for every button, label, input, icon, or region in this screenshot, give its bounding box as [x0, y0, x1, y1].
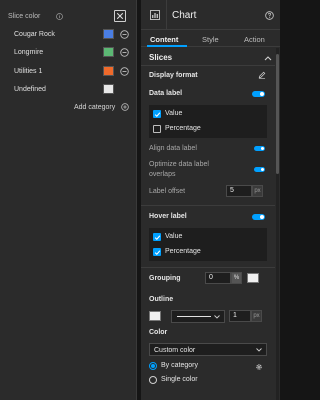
label-offset-unit: px [252, 185, 263, 197]
outline-label: Outline [149, 296, 174, 303]
color-label: Color [149, 329, 168, 336]
color-swatch[interactable] [103, 47, 114, 57]
close-button[interactable] [114, 10, 126, 22]
checkmark-icon [154, 235, 161, 241]
percentage-option-label: Percentage [165, 125, 201, 132]
chevron-up-icon[interactable] [264, 55, 272, 61]
single-color-label: Single color [161, 376, 198, 383]
hover-percentage-checkbox[interactable] [153, 248, 161, 256]
remove-icon[interactable] [120, 30, 129, 39]
display-format-label: Display format [149, 72, 198, 79]
hover-value-option-label: Value [165, 233, 183, 240]
tab-action[interactable]: Action [244, 35, 265, 44]
help-icon[interactable] [265, 11, 274, 20]
color-mode-value: Custom color [154, 347, 196, 354]
data-label-label: Data label [149, 90, 183, 97]
data-label-options: Value Percentage [149, 105, 267, 138]
hover-percentage-option-label: Percentage [165, 248, 201, 255]
align-data-label-label: Align data label [149, 145, 197, 152]
scrollbar[interactable] [276, 48, 279, 400]
outline-color-swatch[interactable] [149, 311, 161, 321]
align-data-label-toggle[interactable] [254, 146, 265, 151]
add-category-label: Add category [74, 104, 116, 111]
checkmark-icon [154, 112, 161, 118]
divider [141, 267, 275, 268]
outline-width-unit: px [251, 310, 262, 322]
slice-color-popup: Slice color Cougar Rock Longmire Utiliti… [0, 0, 137, 400]
close-icon [116, 12, 124, 20]
remove-icon[interactable] [120, 67, 129, 76]
back-button[interactable] [141, 0, 167, 30]
percentage-checkbox[interactable] [153, 125, 161, 133]
line-style-icon [177, 316, 211, 317]
grouping-color-swatch[interactable] [247, 273, 259, 283]
color-swatch[interactable] [103, 66, 114, 76]
divider [141, 65, 275, 66]
panel-content: Slices Display format Data label Value P… [141, 48, 280, 400]
hover-value-checkbox[interactable] [153, 233, 161, 241]
slice-label: Undefined [14, 86, 46, 93]
checkmark-icon [154, 250, 161, 256]
value-checkbox[interactable] [153, 110, 161, 118]
grouping-input[interactable]: 0 [205, 272, 231, 284]
value-option-label: Value [165, 110, 183, 117]
chart-settings-panel: Chart Content Style Action Slices Displa… [141, 0, 280, 400]
color-swatch[interactable] [103, 84, 114, 94]
label-offset-label: Label offset [149, 188, 186, 195]
slice-row-utilities-1: Utilities 1 [14, 65, 130, 79]
color-swatch[interactable] [103, 29, 114, 39]
hover-label-label: Hover label [149, 213, 187, 220]
optimize-label-line-2: overlaps [149, 171, 176, 178]
single-color-radio[interactable] [149, 376, 157, 384]
color-mode-dropdown[interactable]: Custom color [149, 343, 267, 356]
tab-content[interactable]: Content [150, 35, 178, 44]
divider [141, 205, 275, 206]
section-title-slices[interactable]: Slices [149, 53, 172, 62]
by-category-radio[interactable] [149, 362, 157, 370]
hover-label-options: Value Percentage [149, 228, 267, 261]
slice-row-longmire: Longmire [14, 46, 130, 60]
popup-header: Slice color [8, 10, 130, 24]
scrollbar-thumb[interactable] [276, 54, 279, 174]
optimize-label-line-1: Optimize data label [149, 161, 209, 168]
panel-header: Chart [141, 0, 280, 30]
slice-row-cougar-rock: Cougar Rock [14, 28, 130, 42]
gear-icon[interactable] [255, 363, 263, 371]
info-icon[interactable] [56, 13, 63, 22]
outline-style-dropdown[interactable] [171, 310, 225, 323]
chevron-down-icon [256, 348, 262, 352]
optimize-label-toggle[interactable] [254, 167, 265, 172]
popup-title: Slice color [8, 13, 41, 20]
chevron-down-icon [214, 315, 220, 319]
remove-icon[interactable] [120, 48, 129, 57]
slice-label: Longmire [14, 49, 44, 56]
hover-label-toggle[interactable] [252, 214, 265, 220]
tab-style[interactable]: Style [202, 35, 219, 44]
by-category-label: By category [161, 362, 198, 369]
tab-bar: Content Style Action [141, 31, 280, 47]
active-tab-indicator [147, 45, 187, 47]
add-icon [121, 103, 129, 111]
edit-icon[interactable] [258, 71, 266, 79]
label-offset-input[interactable]: 5 [226, 185, 252, 197]
grouping-unit: % [231, 272, 242, 284]
grouping-label: Grouping [149, 275, 181, 282]
slice-label: Utilities 1 [14, 68, 43, 75]
slice-row-undefined: Undefined [14, 83, 130, 97]
panel-title: Chart [172, 10, 197, 21]
data-label-toggle[interactable] [252, 91, 265, 97]
chart-icon [150, 10, 160, 20]
outline-width-input[interactable]: 1 [229, 310, 251, 322]
slice-label: Cougar Rock [14, 31, 55, 38]
